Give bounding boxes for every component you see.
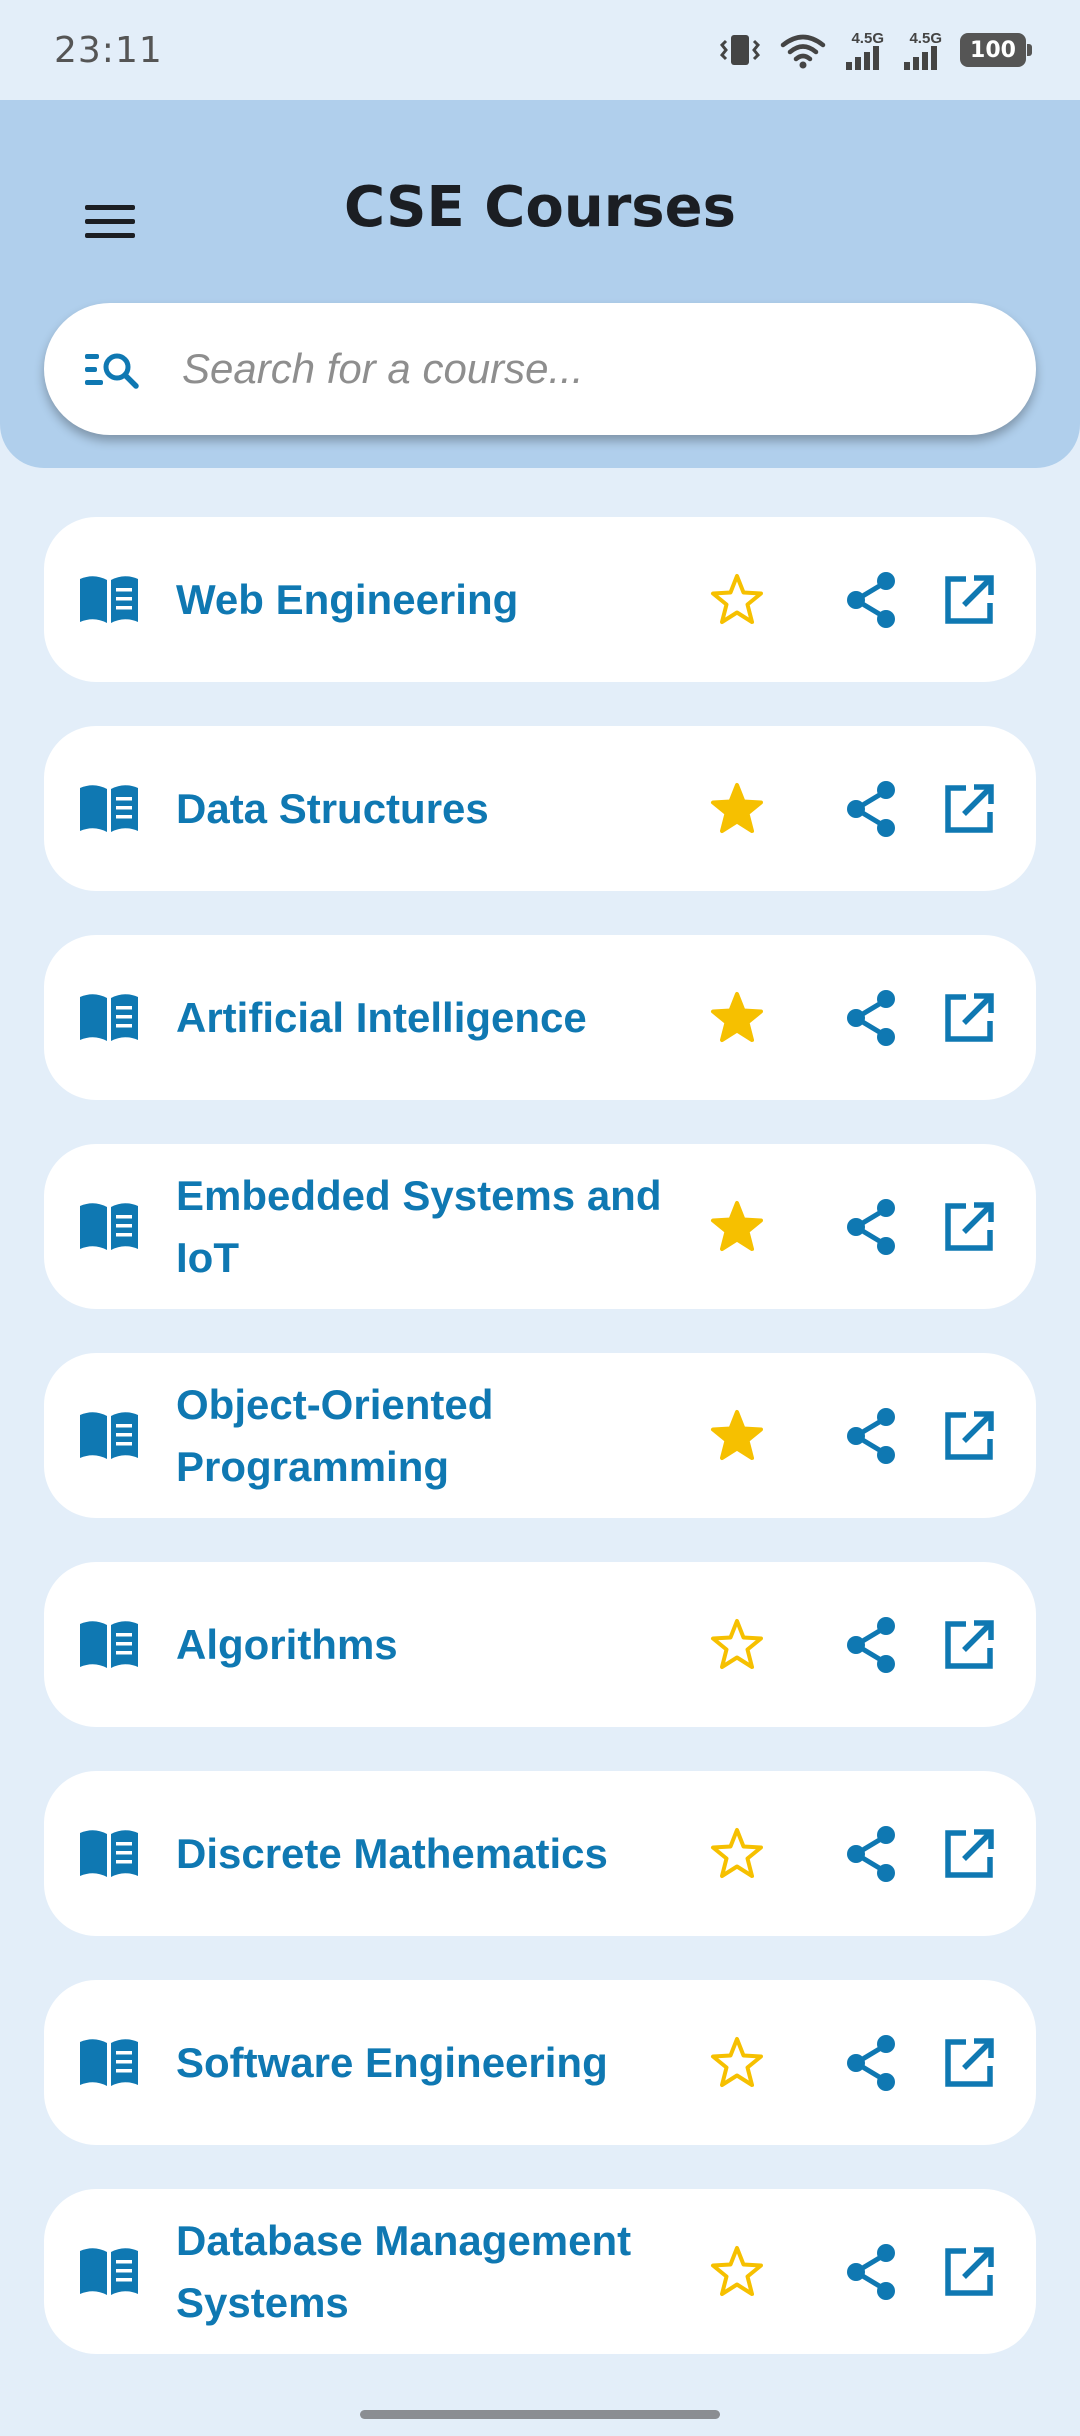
book-icon	[80, 994, 138, 1041]
battery-icon: 100	[960, 33, 1032, 67]
status-bar: 23:11 4.5G 4.5G 100	[0, 0, 1080, 100]
page-title: CSE Courses	[344, 175, 736, 240]
share-icon	[847, 1199, 895, 1255]
share-icon	[847, 990, 895, 1046]
book-icon	[80, 1621, 138, 1668]
course-card[interactable]: Software Engineering	[44, 1980, 1036, 2145]
network-type-label: 4.5G	[851, 29, 884, 47]
status-icons: 4.5G 4.5G 100	[718, 31, 1032, 70]
open-external-icon	[945, 1620, 994, 1669]
star-icon	[711, 1619, 763, 1669]
share-icon	[847, 2035, 895, 2091]
share-button[interactable]	[838, 1612, 904, 1678]
share-icon	[847, 572, 895, 628]
share-button[interactable]	[838, 2030, 904, 2096]
open-course-button[interactable]	[936, 2030, 1002, 2096]
star-icon	[711, 783, 763, 833]
share-icon	[847, 781, 895, 837]
open-course-button[interactable]	[936, 985, 1002, 1051]
signal-icon: 4.5G	[902, 31, 942, 70]
open-course-button[interactable]	[936, 567, 1002, 633]
course-title: Data Structures	[176, 784, 489, 832]
course-card[interactable]: Object-Oriented Programming	[44, 1353, 1036, 1518]
battery-level: 100	[970, 37, 1016, 63]
course-card[interactable]: Data Structures	[44, 726, 1036, 891]
star-icon	[711, 992, 763, 1042]
star-icon	[711, 1201, 763, 1251]
signal-icon: 4.5G	[844, 31, 884, 70]
share-button[interactable]	[838, 776, 904, 842]
open-course-button[interactable]	[936, 1821, 1002, 1887]
search-list-icon	[80, 337, 144, 401]
book-icon	[80, 576, 138, 623]
book-icon	[80, 1830, 138, 1877]
course-title: Algorithms	[176, 1620, 398, 1668]
book-icon	[80, 2248, 138, 2295]
book-icon	[80, 2039, 138, 2086]
share-button[interactable]	[838, 2239, 904, 2305]
book-icon	[80, 785, 138, 832]
course-card[interactable]: Embedded Systems and IoT	[44, 1144, 1036, 1309]
favorite-button[interactable]	[704, 2030, 770, 2096]
star-icon	[711, 2037, 763, 2087]
status-time: 23:11	[54, 29, 163, 71]
favorite-button[interactable]	[704, 2239, 770, 2305]
course-title: Software Engineering	[176, 2038, 608, 2086]
favorite-button[interactable]	[704, 1194, 770, 1260]
star-icon	[711, 1828, 763, 1878]
star-icon	[711, 2246, 763, 2296]
vibrate-icon	[719, 35, 761, 65]
share-button[interactable]	[838, 1403, 904, 1469]
favorite-button[interactable]	[704, 1612, 770, 1678]
course-title: Database Management Systems	[176, 2216, 632, 2326]
star-icon	[711, 1410, 763, 1460]
course-card[interactable]: Algorithms	[44, 1562, 1036, 1727]
course-card[interactable]: Database Management Systems	[44, 2189, 1036, 2354]
open-external-icon	[945, 1202, 994, 1251]
star-icon	[711, 574, 763, 624]
course-card[interactable]: Discrete Mathematics	[44, 1771, 1036, 1936]
open-course-button[interactable]	[936, 776, 1002, 842]
open-course-button[interactable]	[936, 1403, 1002, 1469]
favorite-button[interactable]	[704, 776, 770, 842]
wifi-icon	[780, 34, 826, 69]
course-title: Web Engineering	[176, 575, 519, 623]
share-icon	[847, 1408, 895, 1464]
app-header: CSE Courses	[0, 100, 1080, 468]
share-button[interactable]	[838, 567, 904, 633]
search-bar[interactable]	[44, 303, 1036, 435]
share-button[interactable]	[838, 985, 904, 1051]
open-external-icon	[945, 993, 994, 1042]
course-title: Discrete Mathematics	[176, 1829, 608, 1877]
course-title: Embedded Systems and IoT	[176, 1171, 662, 1281]
book-icon	[80, 1203, 138, 1250]
share-icon	[847, 1617, 895, 1673]
favorite-button[interactable]	[704, 1821, 770, 1887]
open-external-icon	[945, 784, 994, 833]
share-button[interactable]	[838, 1194, 904, 1260]
open-external-icon	[945, 575, 994, 624]
home-indicator[interactable]	[360, 2410, 720, 2419]
course-card[interactable]: Artificial Intelligence	[44, 935, 1036, 1100]
open-external-icon	[945, 2038, 994, 2087]
open-course-button[interactable]	[936, 2239, 1002, 2305]
open-external-icon	[945, 2247, 994, 2296]
favorite-button[interactable]	[704, 567, 770, 633]
open-course-button[interactable]	[936, 1612, 1002, 1678]
favorite-button[interactable]	[704, 985, 770, 1051]
course-title: Object-Oriented Programming	[176, 1380, 494, 1490]
book-icon	[80, 1412, 138, 1459]
open-course-button[interactable]	[936, 1194, 1002, 1260]
share-icon	[847, 1826, 895, 1882]
course-card[interactable]: Web Engineering	[44, 517, 1036, 682]
network-type-label: 4.5G	[909, 29, 942, 47]
open-external-icon	[945, 1829, 994, 1878]
favorite-button[interactable]	[704, 1403, 770, 1469]
course-title: Artificial Intelligence	[176, 993, 587, 1041]
open-external-icon	[945, 1411, 994, 1460]
share-icon	[847, 2244, 895, 2300]
search-input[interactable]	[182, 345, 962, 393]
share-button[interactable]	[838, 1821, 904, 1887]
